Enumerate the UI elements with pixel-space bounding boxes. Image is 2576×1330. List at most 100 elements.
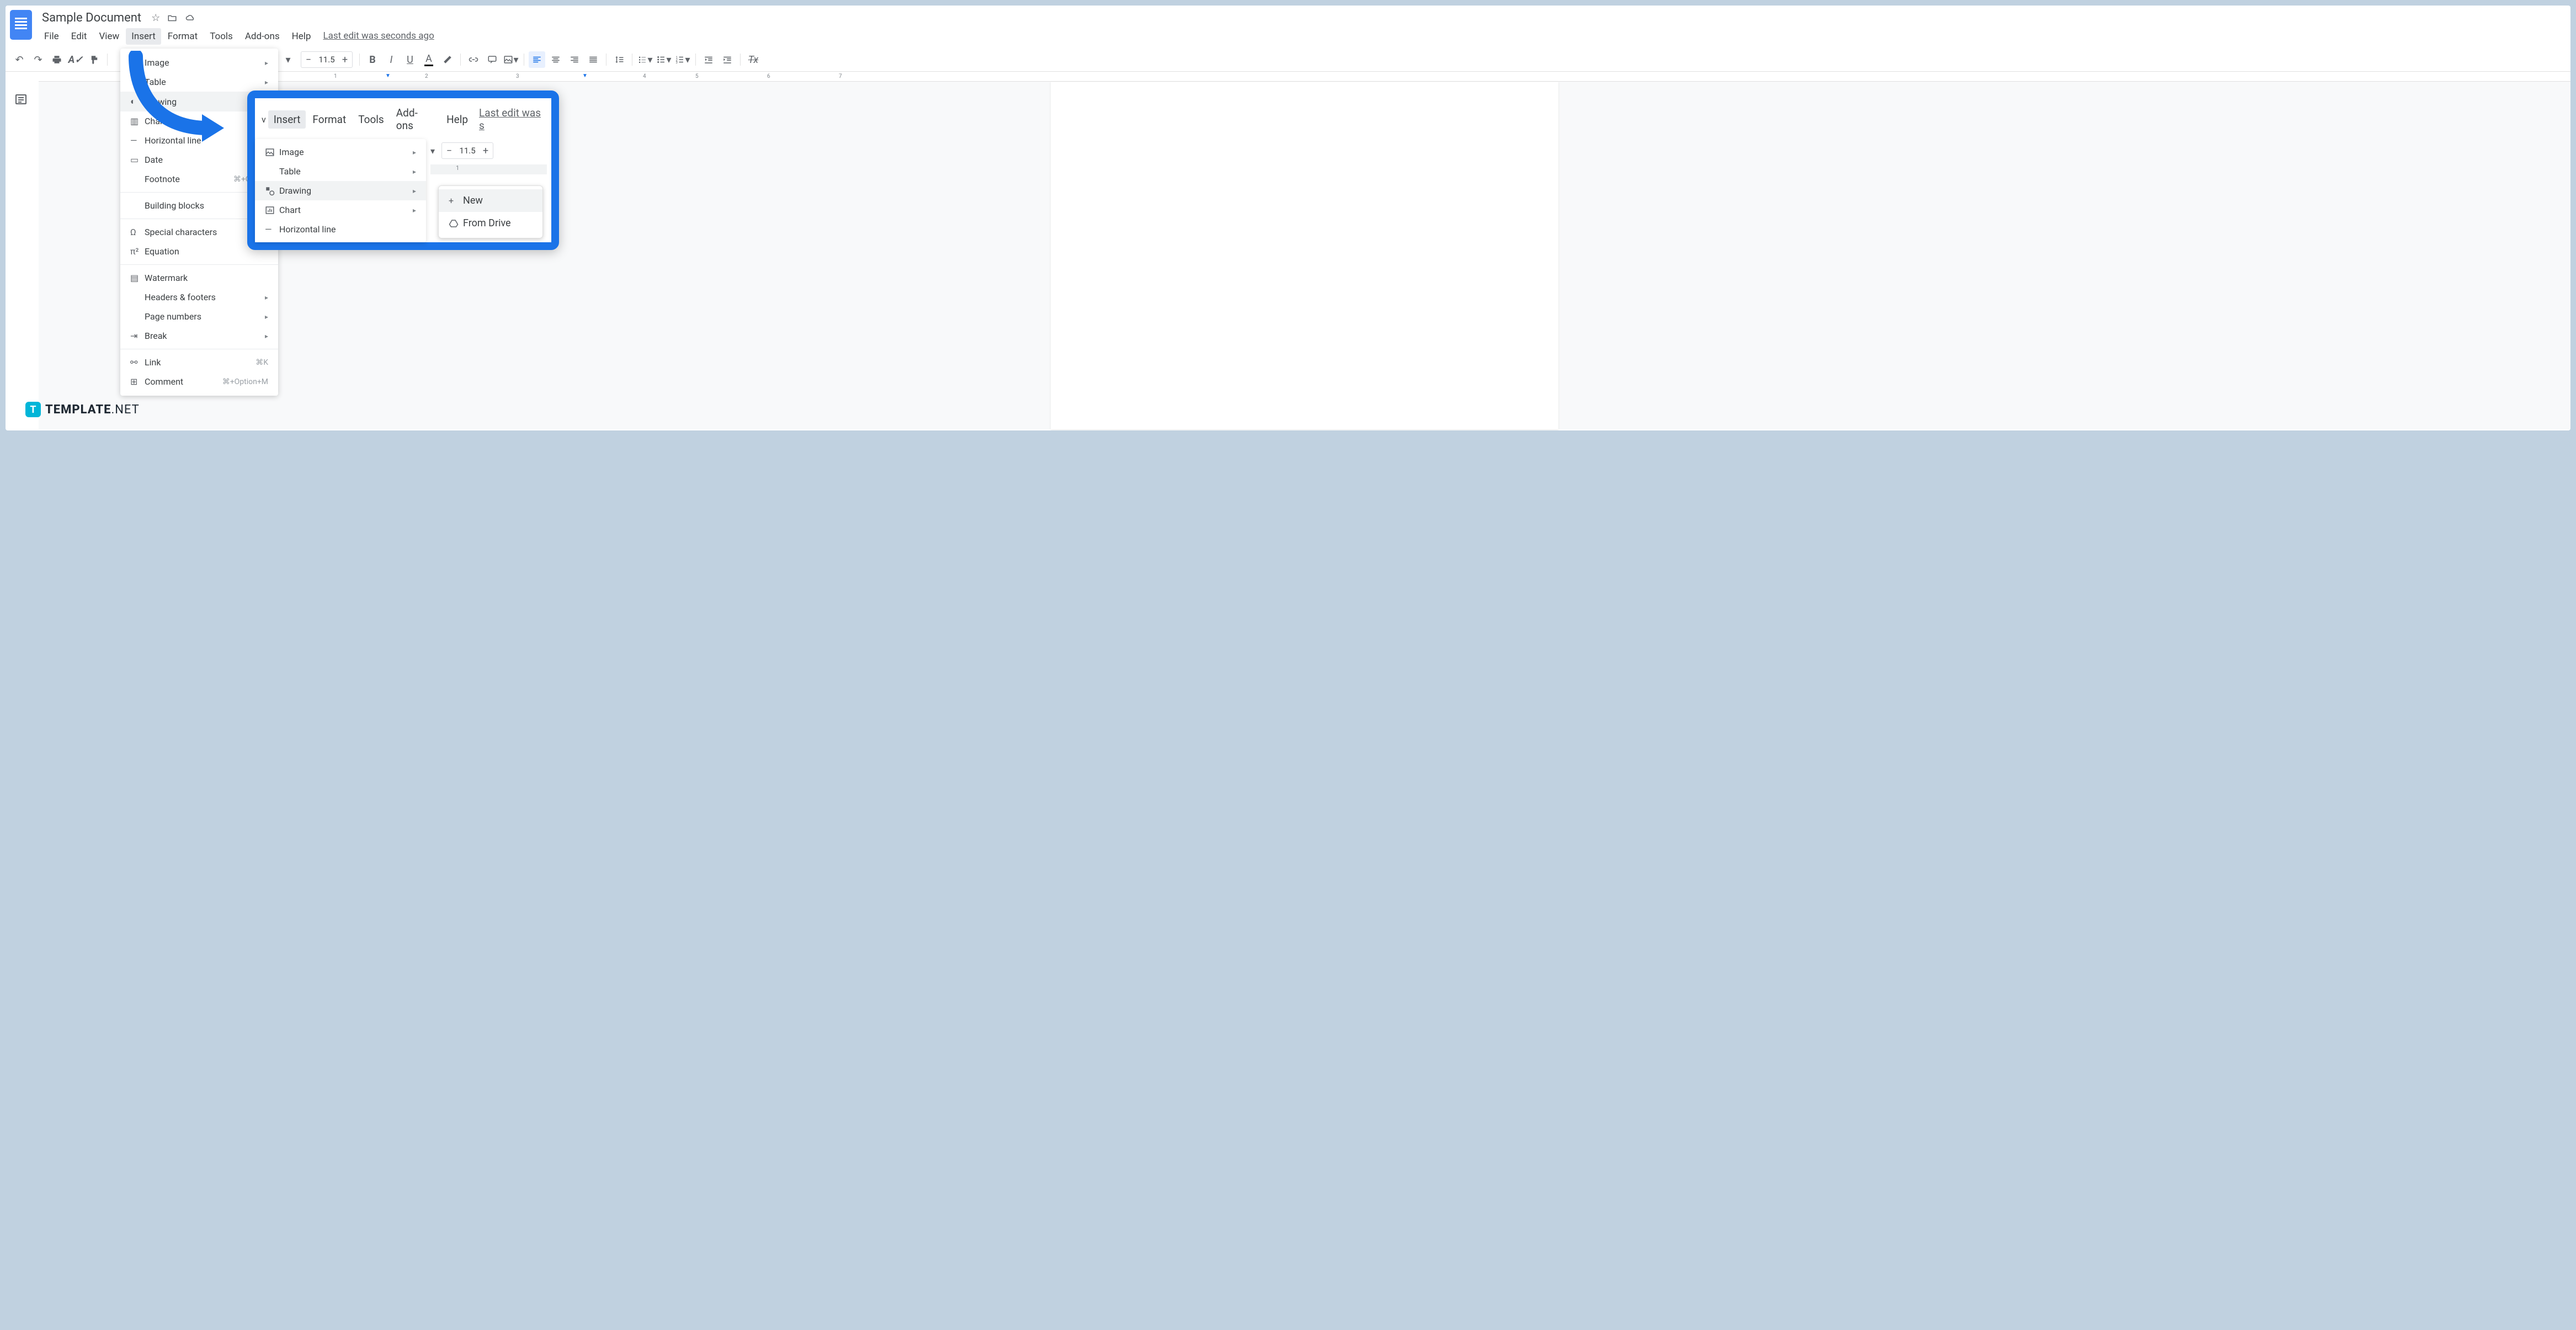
ruler-mark: 1	[334, 73, 337, 79]
title-area: Sample Document ☆ File Edit View Insert …	[39, 10, 434, 45]
document-title[interactable]: Sample Document	[39, 10, 145, 26]
horizontal-ruler[interactable]: 1 2 3 4 5 6 7 ▼ ▼	[39, 72, 2570, 82]
inset-font-size-value[interactable]: 11.5	[456, 146, 478, 156]
inset-drawing-item[interactable]: Drawing ▸	[255, 181, 426, 200]
inset-table-item[interactable]: Table ▸	[255, 162, 426, 181]
insert-break-item[interactable]: ⇥ Break ▸	[120, 326, 278, 345]
menu-label: Table	[145, 77, 166, 87]
inset-font-decrease[interactable]: −	[442, 143, 456, 158]
insert-image-button[interactable]: ▾	[503, 51, 519, 68]
move-folder-icon[interactable]	[167, 13, 178, 23]
text-color-button[interactable]: A	[421, 51, 437, 68]
star-icon[interactable]: ☆	[151, 12, 160, 24]
drawing-new-item[interactable]: + New	[439, 189, 542, 212]
clear-formatting-button[interactable]: Tx	[745, 51, 762, 68]
inset-menu-tools[interactable]: Tools	[353, 110, 390, 129]
menu-tools[interactable]: Tools	[204, 28, 238, 45]
submenu-arrow-icon: ▸	[265, 332, 268, 340]
align-center-button[interactable]	[547, 51, 564, 68]
ruler-mark: 3	[516, 73, 519, 79]
watermark-icon: ▤	[130, 273, 145, 283]
redo-button[interactable]: ↷	[30, 51, 46, 68]
inset-ruler[interactable]: 1	[430, 164, 547, 174]
bulleted-list-button[interactable]: ▾	[656, 51, 672, 68]
inset-menu-insert[interactable]: Insert	[268, 110, 306, 129]
italic-button[interactable]: I	[383, 51, 400, 68]
drawing-icon: ◐	[130, 96, 145, 107]
bold-button[interactable]: B	[364, 51, 381, 68]
separator	[359, 54, 360, 66]
menu-label: Drawing	[145, 97, 177, 107]
inset-menu-help[interactable]: Help	[441, 110, 473, 129]
insert-image-item[interactable]: ▣ Image ▸	[120, 53, 278, 72]
font-size-decrease[interactable]: −	[301, 52, 316, 67]
font-size-value[interactable]: 11.5	[316, 55, 338, 65]
menu-addons[interactable]: Add-ons	[239, 28, 285, 45]
highlight-button[interactable]	[439, 51, 456, 68]
checklist-button[interactable]: ▾	[637, 51, 653, 68]
menu-insert[interactable]: Insert	[126, 28, 161, 45]
underline-button[interactable]: U	[402, 51, 418, 68]
menu-label: New	[463, 195, 483, 206]
menu-format[interactable]: Format	[162, 28, 203, 45]
document-page[interactable]	[1051, 82, 1558, 429]
add-comment-button[interactable]	[484, 51, 501, 68]
menu-label: Horizontal line	[279, 224, 336, 235]
inset-chart-item[interactable]: Chart ▸	[255, 200, 426, 220]
inset-hline-item[interactable]: — Horizontal line	[255, 220, 426, 239]
ruler-indent-marker-icon[interactable]: ▼	[385, 73, 391, 79]
insert-table-item[interactable]: Table ▸	[120, 72, 278, 92]
inset-font-increase[interactable]: +	[478, 143, 493, 158]
inset-menu-addons[interactable]: Add-ons	[391, 104, 440, 135]
align-justify-button[interactable]	[585, 51, 602, 68]
drawing-from-drive-item[interactable]: From Drive	[439, 212, 542, 235]
separator	[695, 54, 696, 66]
last-edit-link[interactable]: Last edit was seconds ago	[323, 28, 434, 45]
image-icon	[265, 147, 279, 157]
menu-label: Image	[145, 57, 169, 68]
align-right-button[interactable]	[566, 51, 583, 68]
inset-font-dropdown[interactable]: ▾	[430, 146, 435, 156]
paint-format-button[interactable]	[86, 51, 103, 68]
line-spacing-button[interactable]	[611, 51, 627, 68]
svg-text:3: 3	[676, 61, 678, 65]
ruler-mark: 7	[839, 73, 842, 79]
menu-label: Drawing	[279, 185, 311, 196]
print-button[interactable]	[49, 51, 65, 68]
undo-button[interactable]: ↶	[11, 51, 28, 68]
menu-label: Headers & footers	[145, 292, 216, 302]
drawing-submenu: + New From Drive	[438, 185, 543, 238]
submenu-arrow-icon: ▸	[265, 313, 268, 321]
insert-watermark-item[interactable]: ▤ Watermark	[120, 268, 278, 288]
increase-indent-button[interactable]	[719, 51, 736, 68]
inset-last-edit[interactable]: Last edit was s	[479, 107, 548, 132]
menu-edit[interactable]: Edit	[66, 28, 93, 45]
outline-toggle-icon[interactable]	[14, 93, 30, 108]
insert-headers-footers-item[interactable]: Headers & footers ▸	[120, 288, 278, 307]
template-net-watermark: T TEMPLATE.NET	[25, 402, 140, 417]
insert-link-button[interactable]	[465, 51, 482, 68]
insert-comment-item[interactable]: ⊞ Comment ⌘+Option+M	[120, 372, 278, 391]
insert-link-item[interactable]: ⚯ Link ⌘K	[120, 353, 278, 372]
spellcheck-button[interactable]: A✓	[67, 51, 84, 68]
ruler-right-marker-icon[interactable]: ▼	[582, 73, 588, 79]
inset-font-size-control: − 11.5 +	[441, 142, 493, 159]
align-left-button[interactable]	[529, 51, 545, 68]
submenu-arrow-icon: ▸	[265, 78, 268, 86]
menu-file[interactable]: File	[39, 28, 65, 45]
docs-logo-icon[interactable]	[10, 10, 32, 40]
decrease-indent-button[interactable]	[700, 51, 717, 68]
insert-page-numbers-item[interactable]: Page numbers ▸	[120, 307, 278, 326]
menu-help[interactable]: Help	[286, 28, 317, 45]
inset-cut-label: v	[258, 112, 267, 127]
font-dropdown[interactable]: ▾	[280, 51, 296, 68]
font-size-increase[interactable]: +	[338, 52, 352, 67]
chart-icon	[265, 205, 279, 215]
inset-image-item[interactable]: Image ▸	[255, 142, 426, 162]
menu-label: Special characters	[145, 227, 217, 237]
inset-menu-format[interactable]: Format	[307, 110, 352, 129]
drawing-icon	[265, 186, 279, 196]
cloud-status-icon[interactable]	[184, 13, 196, 23]
numbered-list-button[interactable]: 123▾	[674, 51, 691, 68]
menu-view[interactable]: View	[93, 28, 125, 45]
